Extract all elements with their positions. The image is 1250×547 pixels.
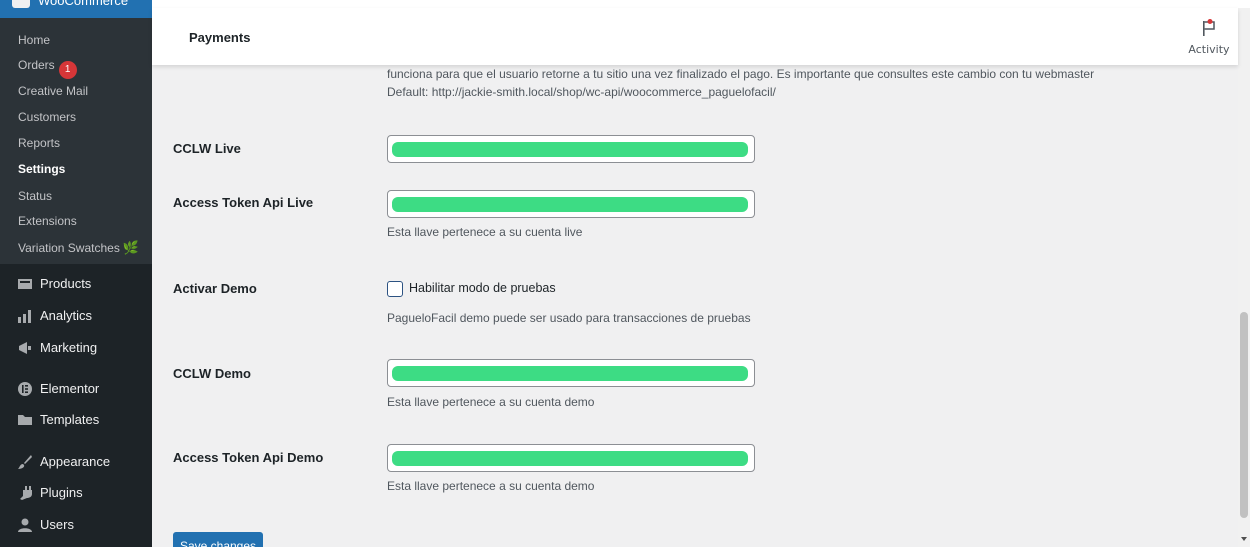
sidebar-item-label: Variation Swatches bbox=[18, 241, 120, 255]
sidebar-woocommerce-header[interactable]: WooCommerce bbox=[0, 0, 152, 18]
return-url-default: Default: http://jackie-smith.local/shop/… bbox=[387, 85, 776, 99]
cclw-demo-input[interactable] bbox=[387, 359, 755, 387]
sidebar-item-reports[interactable]: Reports bbox=[18, 136, 60, 150]
token-live-description: Esta llave pertenece a su cuenta live bbox=[387, 225, 583, 239]
folder-icon bbox=[18, 415, 32, 425]
cclw-live-label: CCLW Live bbox=[173, 141, 241, 156]
settings-form: funciona para que el usuario retorne a t… bbox=[152, 65, 1238, 547]
token-demo-label: Access Token Api Demo bbox=[173, 450, 324, 465]
return-url-description: funciona para que el usuario retorne a t… bbox=[387, 67, 1095, 81]
sidebar-item-extensions[interactable]: Extensions bbox=[18, 214, 77, 228]
demo-label: Activar Demo bbox=[173, 281, 257, 296]
sidebar-item-appearance[interactable]: Appearance bbox=[0, 450, 152, 474]
sidebar-item-label: Creative Mail bbox=[18, 84, 89, 98]
plugin-icon bbox=[20, 486, 32, 500]
orders-count-badge: 1 bbox=[58, 61, 77, 79]
sidebar-item-label: Plugins bbox=[40, 485, 83, 500]
demo-description: PagueloFacil demo puede ser usado para t… bbox=[387, 311, 751, 325]
sidebar-item-analytics[interactable]: Analytics bbox=[0, 304, 152, 328]
vertical-scrollbar[interactable] bbox=[1238, 8, 1250, 547]
woocommerce-label: WooCommerce bbox=[38, 0, 129, 8]
sidebar-item-users[interactable]: Users bbox=[0, 513, 152, 537]
sidebar-item-label: Reports bbox=[18, 136, 61, 150]
demo-checkbox[interactable] bbox=[387, 281, 403, 297]
sidebar-item-creative-mail[interactable]: Creative Mail bbox=[18, 84, 88, 98]
megaphone-icon bbox=[19, 342, 31, 354]
redacted-value bbox=[392, 451, 748, 466]
sidebar-item-label: Marketing bbox=[40, 340, 98, 355]
sidebar-item-label: Users bbox=[40, 517, 74, 532]
admin-sidebar: WooCommerce Home Orders 1 Creative Mail C… bbox=[0, 0, 152, 547]
sidebar-item-label: Templates bbox=[40, 412, 100, 427]
woocommerce-icon bbox=[12, 0, 30, 8]
demo-checkbox-label[interactable]: Habilitar modo de pruebas bbox=[409, 281, 556, 295]
swatches-icon: 🌿 bbox=[122, 240, 140, 255]
sidebar-item-label: Customers bbox=[18, 110, 77, 124]
sidebar-item-label: Home bbox=[18, 33, 51, 47]
scrollbar-thumb[interactable] bbox=[1240, 312, 1248, 518]
sidebar-item-label: Analytics bbox=[40, 308, 93, 323]
token-demo-description: Esta llave pertenece a su cuenta demo bbox=[387, 479, 595, 493]
sidebar-item-label: Appearance bbox=[40, 454, 111, 469]
token-live-input[interactable] bbox=[387, 190, 755, 218]
sidebar-item-label: Settings bbox=[18, 162, 66, 176]
page-title: Payments bbox=[189, 30, 251, 45]
redacted-value bbox=[392, 197, 748, 212]
sidebar-item-home[interactable]: Home bbox=[18, 33, 50, 47]
sidebar-item-elementor[interactable]: Elementor bbox=[0, 377, 152, 401]
paintbrush-icon bbox=[18, 455, 32, 469]
sidebar-item-orders[interactable]: Orders 1 bbox=[18, 58, 77, 79]
sidebar-item-templates[interactable]: Templates bbox=[0, 408, 152, 432]
sidebar-item-label: Elementor bbox=[40, 381, 100, 396]
sidebar-item-label: Products bbox=[40, 276, 92, 291]
elementor-icon bbox=[18, 382, 32, 396]
flag-icon bbox=[1203, 19, 1215, 36]
sidebar-item-settings[interactable]: Settings bbox=[18, 162, 65, 176]
page-header: Payments Activity bbox=[152, 8, 1238, 65]
save-changes-button[interactable]: Save changes bbox=[173, 532, 263, 547]
token-demo-input[interactable] bbox=[387, 444, 755, 472]
redacted-value bbox=[392, 366, 748, 381]
redacted-value bbox=[392, 142, 748, 157]
sidebar-item-variation-swatches[interactable]: Variation Swatches 🌿 bbox=[18, 240, 139, 256]
sidebar-item-label: Orders bbox=[18, 58, 55, 72]
scroll-down-arrow-icon[interactable] bbox=[1241, 537, 1247, 541]
activity-label: Activity bbox=[1188, 43, 1230, 56]
sidebar-item-customers[interactable]: Customers bbox=[18, 110, 76, 124]
sidebar-item-products[interactable]: Products bbox=[0, 272, 152, 296]
sidebar-item-label: Extensions bbox=[18, 214, 77, 228]
sidebar-item-label: Status bbox=[18, 189, 53, 203]
top-gap bbox=[152, 0, 1250, 8]
cclw-live-input[interactable] bbox=[387, 135, 755, 163]
sidebar-item-marketing[interactable]: Marketing bbox=[0, 336, 152, 360]
cclw-demo-description: Esta llave pertenece a su cuenta demo bbox=[387, 395, 595, 409]
activity-button[interactable]: Activity bbox=[1188, 16, 1230, 60]
token-live-label: Access Token Api Live bbox=[173, 195, 314, 210]
sidebar-item-plugins[interactable]: Plugins bbox=[0, 481, 152, 505]
analytics-icon bbox=[18, 310, 31, 323]
products-icon bbox=[18, 279, 32, 289]
woocommerce-submenu: Home Orders 1 Creative Mail Customers Rep… bbox=[0, 18, 152, 264]
cclw-demo-label: CCLW Demo bbox=[173, 366, 251, 381]
sidebar-item-status[interactable]: Status bbox=[18, 189, 52, 203]
user-icon bbox=[18, 518, 32, 532]
